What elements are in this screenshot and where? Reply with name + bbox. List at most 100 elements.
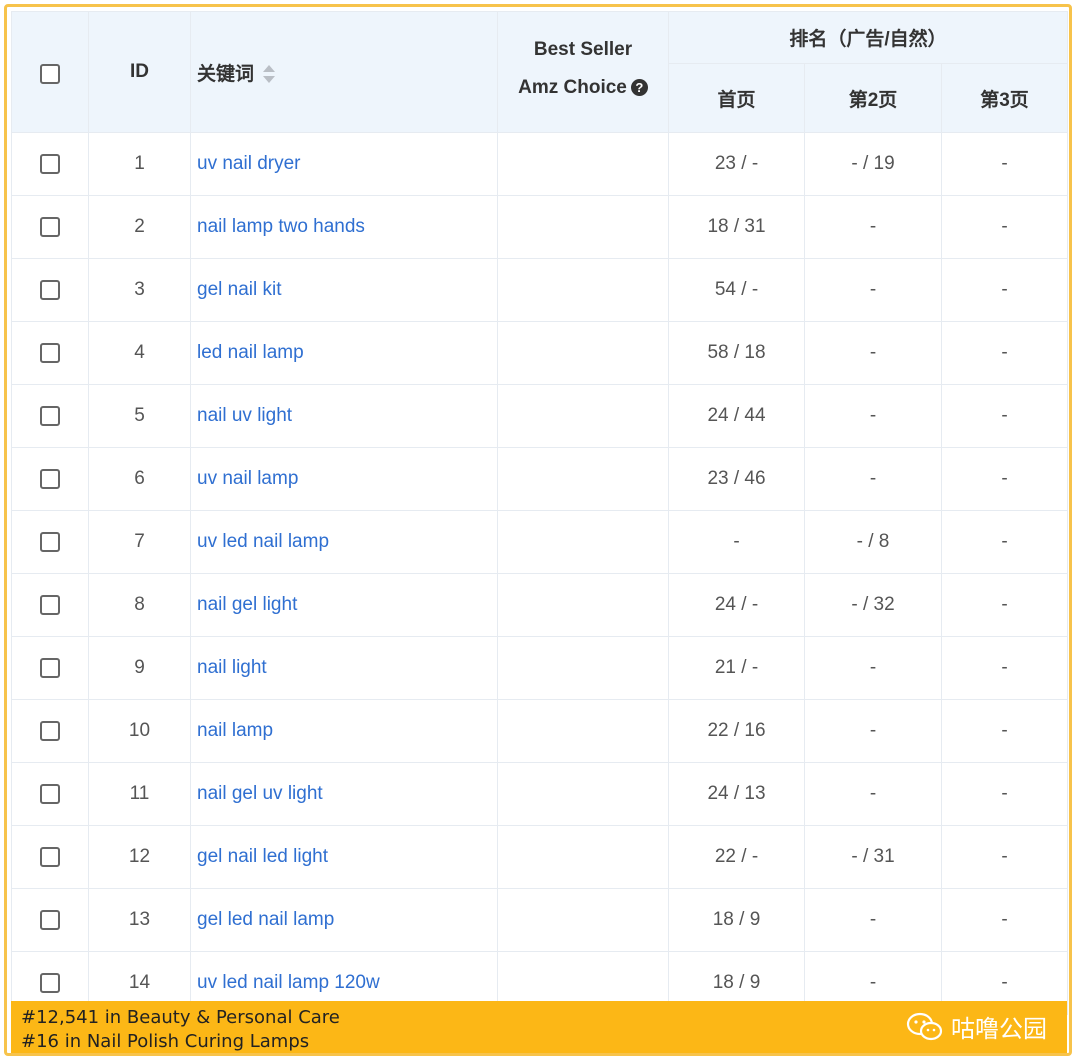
select-all-cell <box>11 11 89 133</box>
row-checkbox[interactable] <box>40 531 60 552</box>
row-rank-page1: 18 / 31 <box>668 195 805 259</box>
row-keyword-cell: nail light <box>190 636 498 700</box>
table-row: 6 uv nail lamp 23 / 46- - <box>11 447 1069 511</box>
row-checkbox-cell <box>11 888 89 952</box>
row-checkbox[interactable] <box>40 846 60 867</box>
keyword-column-header[interactable]: 关键词 <box>190 11 498 133</box>
row-rank-page1: - <box>668 510 805 574</box>
row-rank-page3: - <box>940 573 1069 637</box>
row-checkbox-cell <box>11 258 89 322</box>
sort-icon[interactable] <box>262 64 276 84</box>
row-rank-page3: - <box>940 384 1069 448</box>
row-keyword-cell: gel nail led light <box>190 825 498 889</box>
row-rank-page2: - / 8 <box>804 510 942 574</box>
row-rank-page3: - <box>940 195 1069 259</box>
table-row: 12 gel nail led light 22 / -- / 31- <box>11 825 1069 889</box>
keyword-link[interactable]: nail uv light <box>197 405 292 426</box>
table-row: 8 nail gel light 24 / -- / 32- <box>11 573 1069 637</box>
row-best-seller <box>497 573 669 637</box>
row-id: 3 <box>88 258 191 322</box>
row-checkbox[interactable] <box>40 720 60 741</box>
row-checkbox[interactable] <box>40 153 60 174</box>
keyword-link[interactable]: led nail lamp <box>197 342 304 363</box>
row-checkbox[interactable] <box>40 594 60 615</box>
row-id: 6 <box>88 447 191 511</box>
row-checkbox-cell <box>11 447 89 511</box>
row-checkbox[interactable] <box>40 972 60 993</box>
keyword-link[interactable]: uv led nail lamp <box>197 531 329 552</box>
keyword-link[interactable]: uv led nail lamp 120w <box>197 972 380 993</box>
table-row: 2 nail lamp two hands 18 / 31- - <box>11 195 1069 259</box>
row-checkbox[interactable] <box>40 657 60 678</box>
row-best-seller <box>497 762 669 826</box>
row-checkbox[interactable] <box>40 783 60 804</box>
wechat-icon <box>906 1012 943 1040</box>
keyword-link[interactable]: nail lamp two hands <box>197 216 365 237</box>
table-row: 1 uv nail dryer 23 / -- / 19- <box>11 132 1069 196</box>
row-rank-page3: - <box>940 510 1069 574</box>
row-keyword-cell: uv led nail lamp <box>190 510 498 574</box>
amz-choice-line: Amz Choice? <box>498 76 668 100</box>
keyword-link[interactable]: nail gel uv light <box>197 783 323 804</box>
table-row: 10 nail lamp 22 / 16- - <box>11 699 1069 763</box>
rank-group-header: 排名（广告/自然） <box>667 11 1069 64</box>
row-keyword-cell: gel nail kit <box>190 258 498 322</box>
keyword-table: ID 关键词 Best Seller Amz Choice? 排名（广告/自然）… <box>11 11 1069 1015</box>
table-row: 9 nail light 21 / --- <box>11 636 1069 700</box>
row-best-seller <box>497 636 669 700</box>
row-rank-page3: - <box>940 258 1069 322</box>
keyword-link[interactable]: nail lamp <box>197 720 273 741</box>
row-checkbox[interactable] <box>40 342 60 363</box>
keyword-link[interactable]: uv nail lamp <box>197 468 298 489</box>
row-rank-page2: - <box>804 321 942 385</box>
amz-choice-label: Amz Choice <box>518 77 627 98</box>
row-rank-page3: - <box>940 636 1069 700</box>
row-checkbox[interactable] <box>40 909 60 930</box>
help-icon[interactable]: ? <box>630 79 648 97</box>
row-id: 5 <box>88 384 191 448</box>
row-id: 13 <box>88 888 191 952</box>
row-checkbox[interactable] <box>40 468 60 489</box>
row-rank-page2: - <box>804 888 942 952</box>
row-checkbox-cell <box>11 699 89 763</box>
keyword-link[interactable]: nail light <box>197 657 267 678</box>
row-keyword-cell: nail lamp two hands <box>190 195 498 259</box>
row-checkbox[interactable] <box>40 405 60 426</box>
page2-column-header: 第2页 <box>804 63 942 133</box>
row-checkbox[interactable] <box>40 279 60 300</box>
keyword-link[interactable]: gel nail kit <box>197 279 282 300</box>
row-rank-page1: 24 / - <box>668 573 805 637</box>
row-best-seller <box>497 258 669 322</box>
keyword-link[interactable]: gel nail led light <box>197 846 328 867</box>
row-id: 10 <box>88 699 191 763</box>
row-keyword-cell: nail gel uv light <box>190 762 498 826</box>
table-row: 4 led nail lamp 58 / 18- - <box>11 321 1069 385</box>
keyword-link[interactable]: gel led nail lamp <box>197 909 334 930</box>
row-rank-page2: - / 32 <box>804 573 942 637</box>
select-all-checkbox[interactable] <box>40 64 60 84</box>
row-rank-page1: 24 / 44 <box>668 384 805 448</box>
keyword-link[interactable]: nail gel light <box>197 594 297 615</box>
row-keyword-cell: uv nail dryer <box>190 132 498 196</box>
row-rank-page2: - <box>804 384 942 448</box>
row-checkbox-cell <box>11 825 89 889</box>
row-id: 4 <box>88 321 191 385</box>
row-rank-page1: 21 / - <box>668 636 805 700</box>
id-column-header: ID <box>88 11 191 133</box>
row-best-seller <box>497 510 669 574</box>
row-rank-page3: - <box>940 699 1069 763</box>
row-rank-page1: 54 / - <box>668 258 805 322</box>
row-rank-page2: - <box>804 195 942 259</box>
row-keyword-cell: led nail lamp <box>190 321 498 385</box>
row-checkbox-cell <box>11 573 89 637</box>
row-id: 11 <box>88 762 191 826</box>
row-checkbox[interactable] <box>40 216 60 237</box>
row-rank-page2: - / 19 <box>804 132 942 196</box>
row-checkbox-cell <box>11 762 89 826</box>
row-rank-page1: 23 / - <box>668 132 805 196</box>
row-best-seller <box>497 195 669 259</box>
screenshot-frame: ID 关键词 Best Seller Amz Choice? 排名（广告/自然）… <box>4 4 1072 1056</box>
table-row: 5 nail uv light 24 / 44- - <box>11 384 1069 448</box>
keyword-link[interactable]: uv nail dryer <box>197 153 301 174</box>
best-seller-column-header: Best Seller Amz Choice? <box>497 11 669 133</box>
